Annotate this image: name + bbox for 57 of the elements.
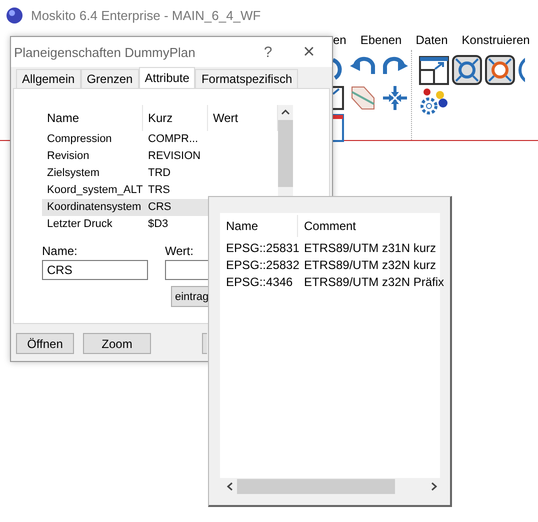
attribute-row[interactable]: Letzter Druck $D3 [42,216,208,233]
window-title: Moskito 6.4 Enterprise - MAIN_6_4_WF [31,8,261,22]
scrollbar-thumb[interactable] [278,120,293,187]
attribute-short: CRS [147,200,172,215]
attribute-short: $D3 [147,217,170,232]
attribute-row[interactable]: Zielsystem TRD [42,165,208,182]
attribute-name: Compression [46,132,113,147]
scrollbar-thumb[interactable] [237,479,395,494]
crs-comment[interactable]: ETRS89/UTM z32N kurz [298,257,440,274]
zoom-selection-icon[interactable] [484,54,516,86]
attribute-short: TRS [147,183,171,198]
column-header[interactable]: Comment [298,215,440,237]
menu-item[interactable]: Konstruieren [462,33,530,47]
tab[interactable]: Formatspezifisch [195,69,298,88]
tab[interactable]: Attribute [138,67,196,89]
dialog-title: Planeigenschaften DummyPlan [14,44,196,60]
app-globe-icon[interactable] [6,6,23,24]
zoom-fit-icon[interactable] [451,54,483,86]
window-arrow-icon[interactable] [333,84,345,112]
attribute-row[interactable]: Koordinatensystem CRS [42,199,208,216]
column-header[interactable]: Name [42,105,143,131]
close-button[interactable]: × [286,40,332,64]
dialog-button[interactable]: Zoom [83,333,151,354]
help-button[interactable]: ? [250,42,286,62]
attribute-row[interactable]: Compression COMPR... [42,131,208,148]
crs-comment[interactable]: ETRS89/UTM z31N kurz [298,240,440,257]
crs-name[interactable]: EPSG::25832 [220,257,298,274]
field-label: Wert: [165,245,194,258]
crs-comment[interactable]: ETRS89/UTM z32N Präfix [298,274,444,291]
zoom-window-icon[interactable] [418,54,450,86]
crs-name[interactable]: EPSG::25831 [220,240,298,257]
tab[interactable]: Allgemein [16,69,81,88]
menu-item[interactable]: en [333,33,346,47]
transform-icon[interactable] [349,84,377,112]
attribute-short: REVISION [147,149,202,164]
column-header[interactable]: Name [220,215,298,237]
attribute-name: Revision [46,149,90,164]
attribute-short: COMPR... [147,132,200,147]
attribute-name: Koordinatensystem [46,200,142,215]
compress-arrows-icon[interactable] [381,84,409,112]
dialog-button[interactable]: Öffnen [16,333,74,354]
form-icon[interactable] [333,114,345,142]
crs-name[interactable]: EPSG::4346 [220,274,298,291]
value-field[interactable] [165,260,208,280]
attribute-row[interactable]: Koord_system_ALT TRS [42,182,208,199]
column-header[interactable]: Kurz [143,105,208,131]
attribute-name: Koord_system_ALT [46,183,143,198]
menu-item[interactable]: Daten [416,33,448,47]
attribute-name: Zielsystem [46,166,101,181]
enter-button[interactable]: eintrag [171,286,208,307]
attribute-short: TRD [147,166,172,181]
attribute-row[interactable]: Revision REVISION [42,148,208,165]
tab[interactable]: Grenzen [80,69,139,88]
field-label: Name: [42,245,78,258]
menu-item[interactable]: Ebenen [360,33,402,47]
attribute-name: Letzter Druck [46,217,114,232]
name-field[interactable]: CRS [42,260,148,280]
